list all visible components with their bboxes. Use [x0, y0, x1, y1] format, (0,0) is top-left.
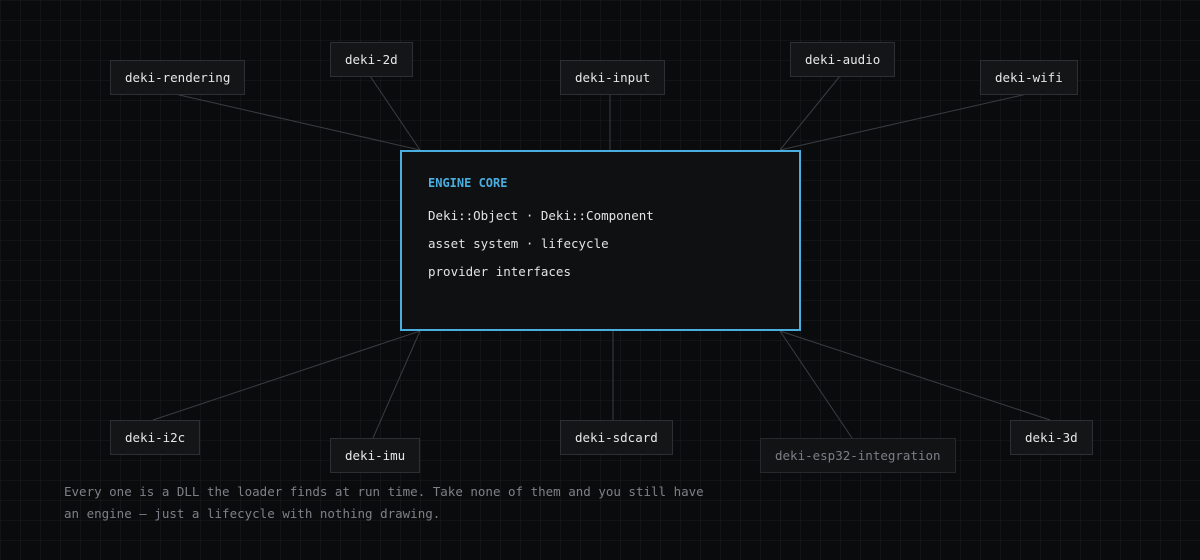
connector-line: [779, 93, 1028, 151]
module-deki-wifi: deki-wifi: [980, 60, 1078, 95]
connector-line: [779, 330, 1051, 421]
engine-core-box: ENGINE CORE Deki::Object · Deki::Compone…: [400, 150, 801, 331]
engine-core-title: ENGINE CORE: [428, 176, 508, 190]
module-deki-3d: deki-3d: [1010, 420, 1093, 455]
diagram-caption: Every one is a DLL the loader finds at r…: [64, 484, 704, 521]
architecture-diagram: ENGINE CORE Deki::Object · Deki::Compone…: [0, 0, 1200, 560]
module-deki-imu: deki-imu: [330, 438, 421, 473]
connector-line: [174, 93, 421, 151]
module-deki-sdcard: deki-sdcard: [560, 420, 673, 455]
module-deki-input: deki-input: [560, 60, 666, 95]
connector-line: [152, 330, 421, 421]
module-deki-i2c: deki-i2c: [110, 420, 201, 455]
module-deki-2d: deki-2d: [330, 42, 413, 77]
module-deki-audio: deki-audio: [790, 42, 896, 77]
connector-line: [369, 75, 421, 151]
engine-core-line: Deki::Object · Deki::Component: [428, 208, 654, 223]
module-deki-rendering: deki-rendering: [110, 60, 246, 95]
engine-core-line: asset system · lifecycle: [428, 236, 609, 251]
engine-core-line: provider interfaces: [428, 264, 571, 279]
connector-line: [372, 330, 421, 439]
connector-line: [779, 330, 853, 439]
module-deki-esp32-integration: deki-esp32-integration: [760, 438, 956, 473]
